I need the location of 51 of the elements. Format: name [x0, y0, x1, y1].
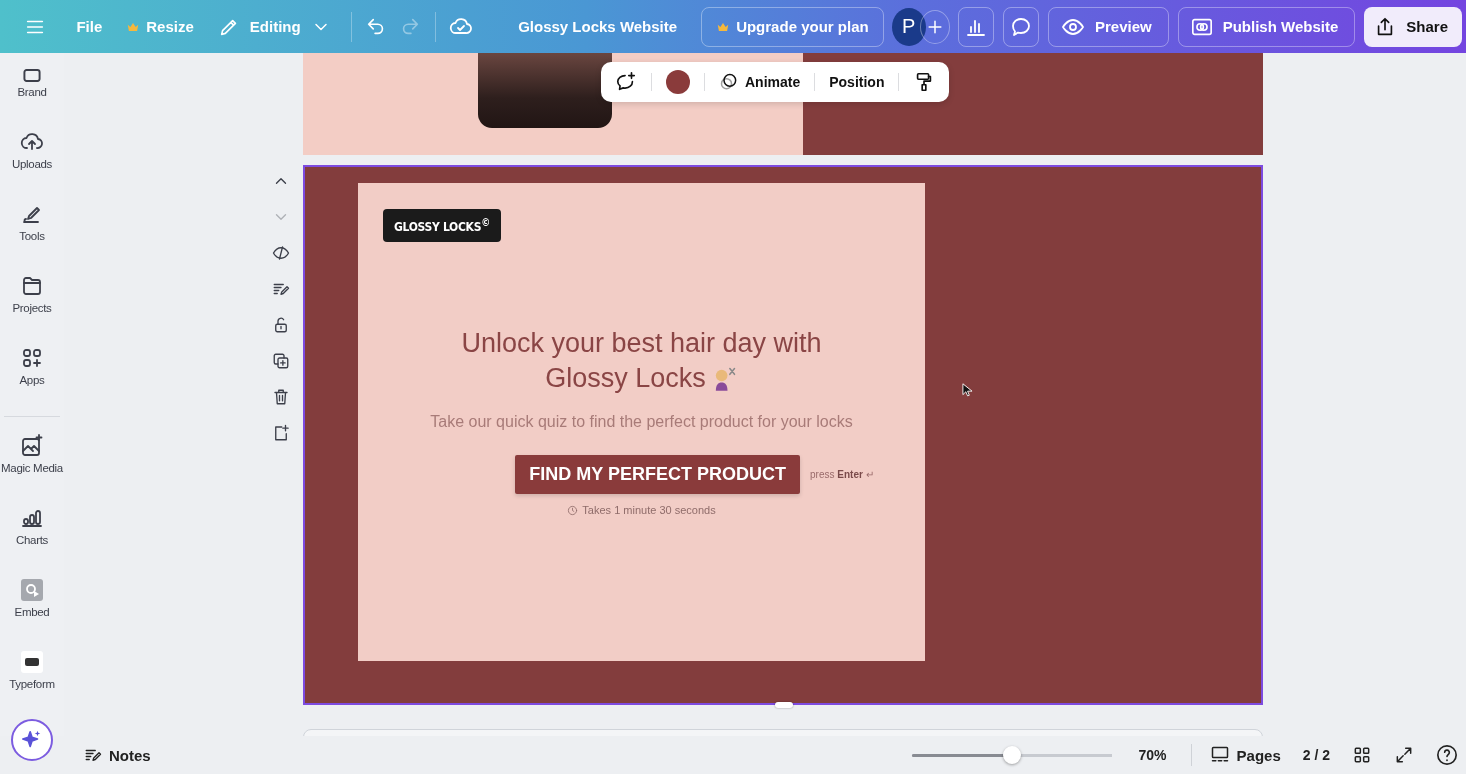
toolbar-button[interactable]: Position: [823, 66, 891, 98]
page-counter: 2 / 2: [1302, 747, 1330, 763]
padlock-icon: [272, 316, 290, 334]
upgrade-button[interactable]: Upgrade your plan: [701, 6, 884, 47]
resize-handle[interactable]: [775, 702, 793, 708]
fullscreen-button[interactable]: [1394, 745, 1414, 765]
embed-app-icon: [20, 578, 44, 602]
notes-button[interactable]: Notes: [84, 746, 151, 764]
sidebar-item[interactable]: Tools: [0, 192, 64, 264]
folder-icon: [20, 274, 44, 298]
brand-logo: GLOSSY LOCKS$^{©}$: [383, 209, 501, 242]
trash-icon: [272, 388, 290, 406]
help-icon: [1436, 744, 1458, 766]
avatar[interactable]: P: [891, 7, 926, 46]
grid-icon: [1352, 745, 1372, 765]
share-button[interactable]: Share: [1364, 6, 1462, 47]
sidebar-item[interactable]: Charts: [0, 496, 64, 568]
color-swatch[interactable]: [666, 70, 690, 94]
pages-icon: [1209, 745, 1230, 765]
quiz-duration: Takes 1 minute 30 seconds: [582, 504, 716, 516]
keyboard-hint: press Enter ↵: [810, 469, 874, 480]
sidebar-item[interactable]: Brand: [0, 53, 64, 120]
action-button[interactable]: Preview: [1048, 6, 1169, 47]
speech-bubble-plus-icon: [615, 71, 637, 93]
expand-icon: [1394, 745, 1414, 765]
slider-thumb[interactable]: [1002, 746, 1021, 764]
eye-slash-icon: [272, 244, 290, 262]
zoom-level[interactable]: 70%: [1138, 747, 1179, 763]
pages-button[interactable]: Pages: [1209, 745, 1281, 765]
toolbar-button[interactable]: Animate: [713, 66, 807, 98]
duplicate-icon: [272, 352, 290, 370]
quiz-heading-line: Unlock your best hair day with: [461, 327, 822, 360]
grid-view-button[interactable]: [1352, 745, 1372, 765]
add-page-icon: [272, 424, 290, 442]
insights-button[interactable]: [958, 6, 995, 47]
apps-grid-icon: [20, 346, 44, 370]
sidebar-item[interactable]: Apps: [0, 336, 64, 408]
clock-icon: [567, 504, 579, 516]
sidebar-item[interactable]: Projects: [0, 264, 64, 336]
sidebar-item[interactable]: Magic Media: [0, 424, 64, 496]
overlapping-circles-icon: [719, 72, 739, 92]
page-background[interactable]: GLOSSY LOCKS$^{©}$ Unlock your best hair day with Glossy Locks Take our quick quiz to find the perfect product for your locks FIND MY PERFECT PRODUCT press Enter ↵ Takes 1 minute 30 seconds: [303, 165, 1263, 705]
quiz-heading-line: Glossy Locks: [545, 362, 706, 395]
sidebar-item[interactable]: Typeform: [0, 640, 64, 712]
sidebar-item[interactable]: Embed: [0, 568, 64, 640]
action-button[interactable]: Publish Website: [1177, 6, 1356, 47]
image-sparkle-icon: [20, 434, 44, 458]
start-quiz-button[interactable]: FIND MY PERFECT PRODUCT: [515, 455, 801, 494]
help-button[interactable]: [1436, 744, 1458, 766]
quiz-subtitle: Take our quick quiz to find the perfect product for your locks: [430, 413, 853, 431]
sidebar-item[interactable]: Uploads: [0, 120, 64, 192]
